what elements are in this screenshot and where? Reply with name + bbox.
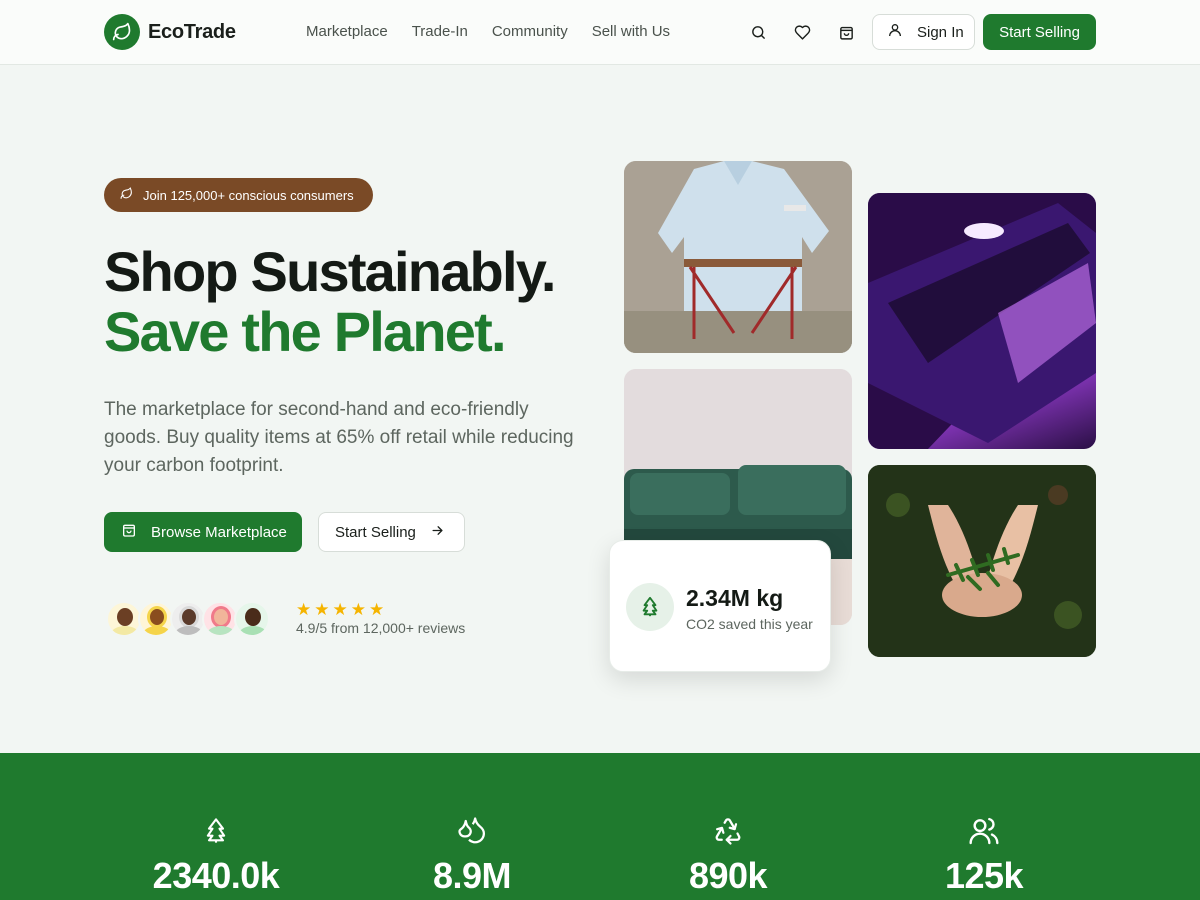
shopping-bag-icon[interactable]: [834, 20, 858, 44]
stat-members: 125k: [884, 815, 1084, 897]
star-icon: ★: [332, 600, 348, 619]
star-icon: ★: [369, 600, 385, 619]
main-nav: Marketplace Trade-In Community Sell with…: [306, 23, 670, 40]
co2-value: 2.34M kg: [686, 585, 784, 611]
hero-subtitle: The marketplace for second-hand and eco-…: [104, 399, 574, 476]
hero-title-line1: Shop Sustainably.: [104, 240, 556, 303]
water-drops-icon: [372, 815, 572, 849]
tree-icon: [116, 815, 316, 849]
avatar: [234, 601, 270, 637]
nav-link-marketplace[interactable]: Marketplace: [306, 23, 388, 40]
avatar: [170, 601, 206, 637]
start-selling-nav-button[interactable]: Start Selling: [983, 14, 1096, 50]
brand-name: EcoTrade: [148, 20, 236, 43]
stat-value: 8.9M: [432, 855, 512, 896]
nav-link-trade-in[interactable]: Trade-In: [412, 23, 468, 40]
hero-title: Shop Sustainably. Save the Planet.: [104, 240, 556, 363]
browse-marketplace-button[interactable]: Browse Marketplace: [104, 512, 302, 552]
browse-marketplace-label: Browse Marketplace: [151, 523, 287, 541]
stat-recycled: 890k: [628, 815, 828, 897]
logo[interactable]: EcoTrade: [104, 14, 236, 50]
arrow-right-icon: [430, 523, 445, 542]
start-selling-button[interactable]: Start Selling: [318, 512, 465, 552]
avatar: [106, 601, 142, 637]
leaf-icon: [120, 187, 133, 203]
nav-link-community[interactable]: Community: [492, 23, 568, 40]
badge-text: Join 125,000+ conscious consumers: [143, 187, 354, 203]
star-icon: ★: [296, 600, 312, 619]
tree-icon: [626, 583, 674, 631]
heart-icon[interactable]: [790, 20, 814, 44]
stat-value: 890k: [688, 855, 768, 896]
hands-seedling-image[interactable]: [868, 465, 1096, 657]
star-icon: ★: [350, 600, 366, 619]
recycle-icon: [628, 815, 828, 849]
nav-link-sell-with-us[interactable]: Sell with Us: [592, 23, 670, 40]
reviewer-avatars: [106, 601, 270, 637]
co2-label: CO2 saved this year: [686, 616, 813, 632]
sign-in-label: Sign In: [917, 23, 964, 41]
avatar: [138, 601, 174, 637]
users-icon: [884, 815, 1084, 849]
hero-title-line2: Save the Planet.: [104, 300, 507, 363]
user-icon: [887, 22, 903, 42]
stat-water: 8.9M: [372, 815, 572, 897]
stat-value: 125k: [944, 855, 1024, 896]
co2-saved-card: 2.34M kg CO2 saved this year: [609, 540, 831, 672]
sign-in-button[interactable]: Sign In: [872, 14, 975, 50]
avatar: [202, 601, 238, 637]
impact-stats-band: 2340.0k 8.9M 890k 125k: [0, 753, 1200, 900]
stat-value: 2340.0k: [152, 855, 280, 896]
shopping-bag-icon: [121, 522, 137, 542]
search-icon[interactable]: [746, 20, 770, 44]
laptop-image[interactable]: [868, 193, 1096, 449]
denim-shirt-image[interactable]: [624, 161, 852, 353]
leaf-logo-icon: [104, 14, 140, 50]
star-rating: ★ ★ ★ ★ ★: [296, 600, 384, 620]
stat-trees: 2340.0k: [116, 815, 316, 897]
rating-text: 4.9/5 from 12,000+ reviews: [296, 620, 466, 636]
star-icon: ★: [314, 600, 330, 619]
start-selling-label: Start Selling: [335, 523, 416, 541]
community-badge: Join 125,000+ conscious consumers: [104, 178, 373, 212]
top-nav: EcoTrade Marketplace Trade-In Community …: [0, 0, 1200, 65]
